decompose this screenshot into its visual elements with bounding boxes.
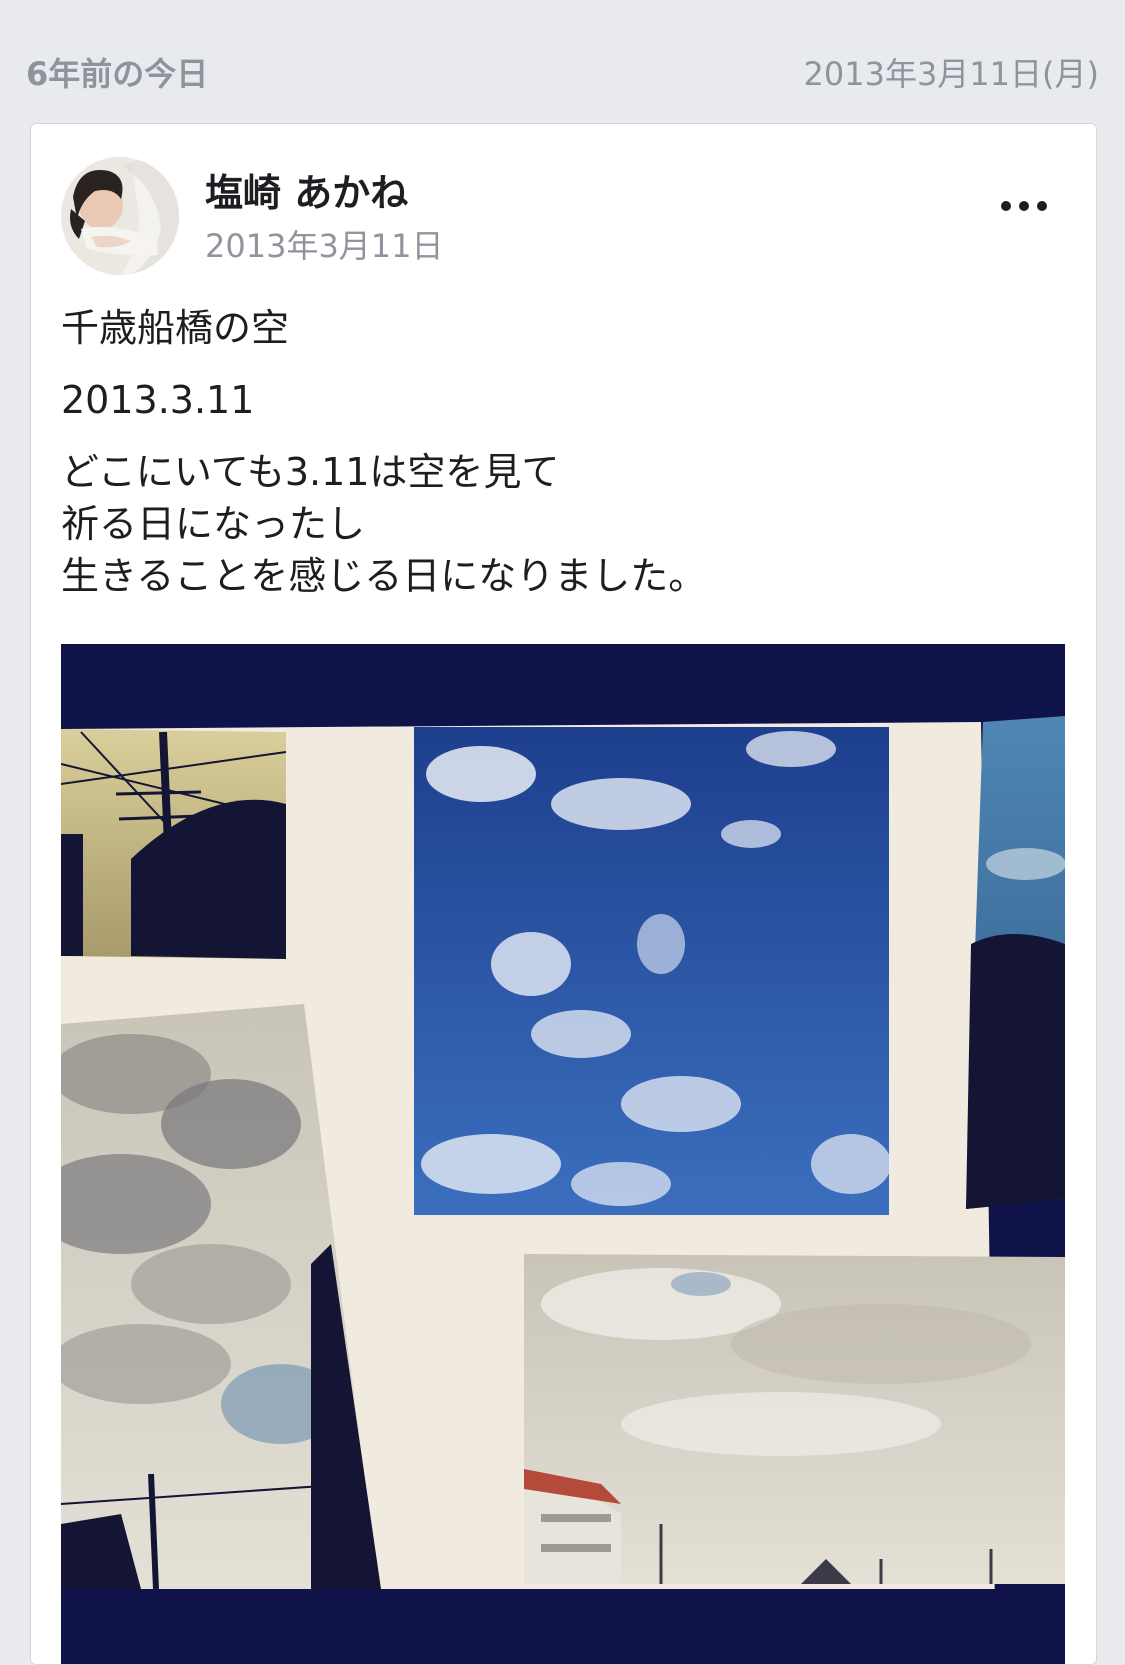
author-name[interactable]: 塩崎 あかね bbox=[205, 168, 408, 218]
more-horizontal-icon bbox=[1001, 201, 1047, 211]
memory-label: 6年前の今日 bbox=[26, 55, 209, 93]
post-card: 塩崎 あかね 2013年3月11日 千歳船橋の空 2013.3.11 どこにいて… bbox=[30, 123, 1097, 1665]
memory-date: 2013年3月11日(月) bbox=[803, 55, 1100, 93]
post-text-message: どこにいても3.11は空を見て 祈る日になったし 生きることを感じる日になりまし… bbox=[61, 446, 706, 602]
post-text-date: 2013.3.11 bbox=[61, 378, 255, 422]
sky-collage-photo bbox=[61, 644, 1065, 1664]
post-photo[interactable] bbox=[61, 644, 1065, 1664]
post-date[interactable]: 2013年3月11日 bbox=[205, 224, 444, 268]
avatar-photo bbox=[61, 157, 179, 275]
post-text-title: 千歳船橋の空 bbox=[61, 306, 290, 350]
memory-header: 6年前の今日 2013年3月11日(月) bbox=[0, 0, 1125, 120]
more-options-button[interactable] bbox=[989, 186, 1059, 226]
post-text-line: 祈る日になったし bbox=[61, 502, 366, 546]
post-text-line: どこにいても3.11は空を見て bbox=[61, 450, 560, 494]
post-text-line: 生きることを感じる日になりました。 bbox=[61, 554, 707, 598]
avatar[interactable] bbox=[61, 157, 179, 275]
